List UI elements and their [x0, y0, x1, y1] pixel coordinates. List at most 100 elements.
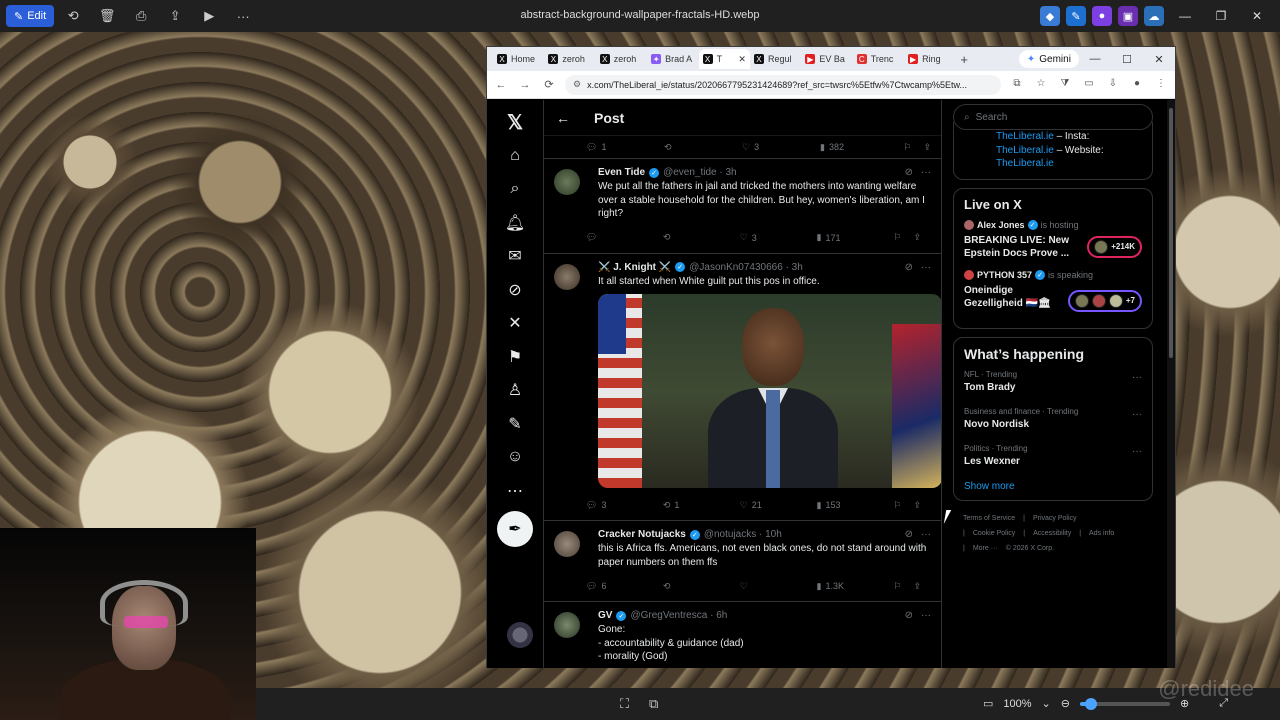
close-icon[interactable]: ✕ [1242, 6, 1272, 26]
live-title[interactable]: BREAKING LIVE: New Epstein Docs Prove ..… [964, 234, 1074, 260]
tweet[interactable]: ⚔️ J. Knight ⚔️ ✓ @JasonKn07430666 · 3h … [544, 252, 941, 521]
scrollbar-thumb[interactable] [1169, 108, 1173, 358]
zoom-slider[interactable] [1079, 697, 1170, 710]
profile-icon[interactable]: ● [1129, 78, 1145, 92]
link[interactable]: TheLiberal.ie [996, 131, 1054, 142]
trend-item[interactable]: Politics · Trending Les Wexner ··· [964, 444, 1142, 467]
more-circle-icon[interactable]: ⋯ [499, 475, 531, 507]
avatar[interactable] [554, 531, 580, 557]
views-button[interactable]: ▮ 171 [817, 232, 894, 243]
menu-icon[interactable]: ⋮ [1153, 78, 1169, 92]
listener-pill[interactable]: +214K [1087, 235, 1142, 258]
close-icon[interactable]: ✕ [1143, 53, 1175, 66]
author-name[interactable]: Cracker Notujacks [598, 529, 686, 540]
downloads-icon[interactable]: ⇩ [1105, 78, 1121, 92]
author-handle[interactable]: @GregVentresca · 6h [630, 610, 727, 621]
tab-zeroh-2[interactable]: Xzeroh [596, 49, 647, 69]
reply-button[interactable]: 💬︎ 6 [586, 581, 663, 592]
avatar[interactable] [554, 263, 580, 290]
cloud-icon[interactable]: ☁ [1144, 6, 1164, 26]
editor-icon[interactable]: ✎ [1066, 6, 1086, 26]
repost-button[interactable]: ⟲ [663, 581, 740, 592]
restore-icon[interactable]: ❐ [1206, 6, 1236, 26]
copilot-icon[interactable]: ◆ [1040, 6, 1060, 26]
share-icon[interactable]: ⇪ [923, 142, 931, 153]
repost-button[interactable]: ⟲ [664, 142, 742, 153]
tab-zeroh-1[interactable]: Xzeroh [544, 49, 595, 69]
bookmark-star-icon[interactable]: ☆ [1033, 78, 1049, 92]
account-avatar[interactable] [507, 622, 533, 648]
repost-button[interactable]: ⟲ 1 [663, 500, 740, 511]
forward-icon[interactable]: → [517, 79, 533, 91]
grok-icon[interactable]: ⊘ [905, 529, 913, 540]
author-handle[interactable]: @JasonKn07430666 · 3h [689, 262, 803, 273]
tab-trenc[interactable]: C Trenc [853, 49, 904, 69]
footer-link[interactable]: | [1023, 530, 1025, 537]
profile-person-icon[interactable]: ☺ [499, 441, 531, 473]
new-tab-button[interactable]: + [956, 52, 973, 67]
back-icon[interactable]: ← [493, 79, 509, 91]
link[interactable]: TheLiberal.ie [996, 158, 1054, 169]
trend-item[interactable]: Business and finance · Trending Novo Nor… [964, 407, 1142, 430]
explore-search-icon[interactable]: ⌕ [499, 173, 531, 205]
reply-button[interactable]: 💬︎ [586, 232, 663, 243]
zoom-slider-knob[interactable] [1084, 697, 1097, 710]
tab-ring[interactable]: ▶ Ring [904, 49, 955, 69]
share-icon[interactable]: ⇪ [913, 232, 921, 243]
like-button[interactable]: ♡ [740, 581, 817, 592]
views-button[interactable]: ▮ 153 [817, 500, 894, 511]
more-icon[interactable]: ··· [1132, 372, 1142, 383]
host-name[interactable]: Alex Jones [977, 220, 1025, 230]
actual-size-icon[interactable]: ▭ [983, 697, 993, 710]
footer-link[interactable]: | [963, 530, 965, 537]
bookmark-icon[interactable]: ⚐ [893, 232, 901, 243]
tweet-media-image[interactable] [598, 294, 941, 488]
live-item[interactable]: PYTHON 357 ✓ is speaking Oneindige Gezelli… [964, 269, 1142, 312]
tab-active[interactable]: X T ✕ [698, 49, 750, 69]
split-view-icon[interactable]: ▭ [1081, 78, 1097, 92]
more-icon[interactable]: ··· [921, 167, 931, 178]
messages-envelope-icon[interactable]: ✉ [499, 240, 531, 272]
bookmark-icon[interactable]: ⚐ [893, 500, 901, 511]
reload-icon[interactable]: ⟳ [541, 78, 557, 91]
x-logo-icon[interactable]: 𝕏 [499, 106, 531, 138]
like-button[interactable]: ♡ 21 [740, 500, 817, 511]
reply-button[interactable]: 💬︎ 3 [586, 500, 663, 511]
reply-button[interactable]: 💬︎ 1 [586, 142, 664, 153]
chevron-down-icon[interactable]: ⌄ [1042, 697, 1051, 710]
footer-link[interactable]: | [963, 545, 965, 552]
share-icon[interactable]: ⇪ [913, 581, 921, 592]
fit-screen-icon[interactable]: ⛶ [620, 696, 629, 712]
author-name[interactable]: GV [598, 610, 612, 621]
live-item[interactable]: Alex Jones ✓ is hosting BREAKING LIVE: New… [964, 219, 1142, 260]
install-icon[interactable]: ⧉ [1009, 78, 1025, 92]
like-button[interactable]: ♡ 3 [740, 232, 817, 243]
text-extract-icon[interactable]: ⧉ [649, 696, 658, 712]
premium-x-icon[interactable]: ✕ [499, 307, 531, 339]
author-name[interactable]: Even Tide [598, 167, 645, 178]
minimize-icon[interactable]: — [1079, 53, 1111, 66]
tweet[interactable]: Even Tide ✓ @even_tide · 3h ⊘ ··· We put … [544, 158, 941, 253]
tab-home[interactable]: X Home [493, 49, 544, 69]
site-info-icon[interactable]: ⚙ [573, 79, 581, 90]
designer-icon[interactable]: ● [1092, 6, 1112, 26]
zoom-level[interactable]: 100% [1003, 698, 1031, 710]
footer-link[interactable]: | [1079, 530, 1081, 537]
live-title[interactable]: Oneindige Gezelligheid 🇳🇱🏛 [964, 284, 1074, 310]
zoom-out-icon[interactable]: ⊖ [1061, 697, 1070, 710]
more-icon[interactable]: ··· [1132, 409, 1142, 420]
articles-icon[interactable]: ✎ [499, 408, 531, 440]
minimize-icon[interactable]: — [1170, 6, 1200, 26]
more-icon[interactable]: ··· [921, 610, 931, 621]
host-name[interactable]: PYTHON 357 [977, 270, 1032, 280]
tab-brad[interactable]: ✦ Brad A [647, 49, 698, 69]
maximize-icon[interactable]: ☐ [1111, 53, 1143, 66]
grok-icon[interactable]: ⊘ [905, 262, 913, 273]
page-scrollbar[interactable] [1167, 100, 1175, 668]
more-icon[interactable]: ··· [1132, 446, 1142, 457]
jobs-icon[interactable]: ♙ [499, 374, 531, 406]
gemini-button[interactable]: ✦ Gemini [1018, 50, 1079, 68]
home-icon[interactable]: ⌂ [499, 140, 531, 172]
footer-link[interactable]: Privacy Policy [1033, 515, 1077, 522]
show-more-link[interactable]: Show more [964, 481, 1142, 492]
